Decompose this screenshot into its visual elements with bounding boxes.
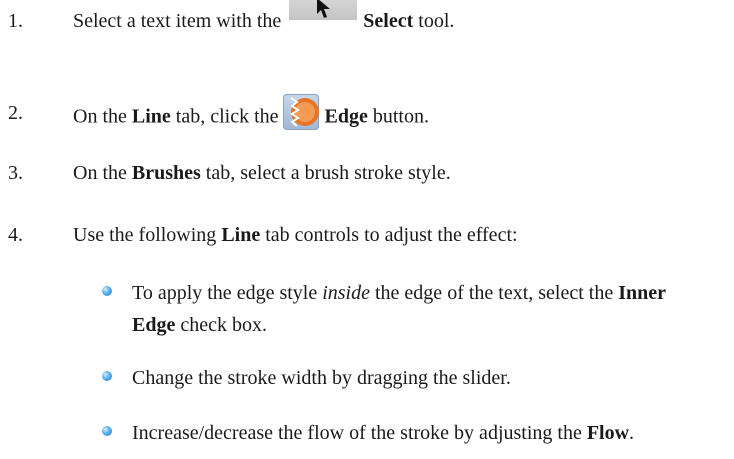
step-number: 3. (8, 162, 23, 184)
select-arrow-icon (289, 0, 358, 20)
step-text: Select a text item with the Select tool. (73, 0, 455, 34)
bullet-text-post: check box. (180, 314, 267, 336)
inside-emphasis: inside (322, 282, 370, 304)
step-text-mid: tab, click the (175, 105, 279, 128)
inner-label: Inner (618, 282, 667, 304)
bullet-text: Change the stroke width by dragging the … (132, 367, 511, 389)
brushes-tab-label: Brushes (131, 162, 201, 184)
line-tab-label: Line (221, 224, 261, 246)
step-text: On the Line tab, click the Edge button. (73, 94, 429, 136)
bullet-item-stroke-width: Change the stroke width by dragging the … (132, 365, 511, 391)
step-text-post: button. (372, 105, 429, 128)
bullet-dot-icon (102, 371, 112, 381)
bullet-item-inner-edge: To apply the edge style inside the edge … (132, 280, 666, 306)
step-text: On the Brushes tab, select a brush strok… (73, 160, 451, 186)
step-text-post: tool. (418, 10, 455, 32)
select-tool-label: Select (363, 10, 414, 32)
bullet-text-pre: To apply the edge style (132, 282, 318, 304)
step-text-pre: Use the following (73, 224, 217, 246)
bullet-dot-icon (102, 426, 112, 436)
step-number: 1. (8, 10, 23, 32)
bullet-text-mid: the edge of the text, select the (375, 282, 614, 304)
bullet-dot-icon (102, 286, 112, 296)
edge-icon (282, 94, 319, 130)
step-text-pre: Select a text item with the (73, 10, 282, 32)
edge-checkbox-label: Edge (132, 314, 176, 336)
step-text-pre: On the (73, 105, 127, 128)
step-text: Use the following Line tab controls to a… (73, 222, 518, 248)
step-text-post: tab controls to adjust the effect: (265, 224, 518, 246)
line-tab-label: Line (131, 105, 171, 128)
step-number: 2. (8, 102, 23, 124)
bullet-text-pre: Increase/decrease the flow of the stroke… (132, 422, 582, 444)
step-text-pre: On the (73, 162, 127, 184)
step-number: 4. (8, 224, 23, 246)
bullet-item-inner-edge-line2: Edge check box. (132, 312, 267, 338)
step-text-post: tab, select a brush stroke style. (205, 162, 451, 184)
bullet-text-post: . (629, 422, 635, 444)
flow-label: Flow (586, 422, 630, 444)
bullet-item-flow: Increase/decrease the flow of the stroke… (132, 420, 634, 446)
edge-button-label: Edge (324, 105, 368, 128)
